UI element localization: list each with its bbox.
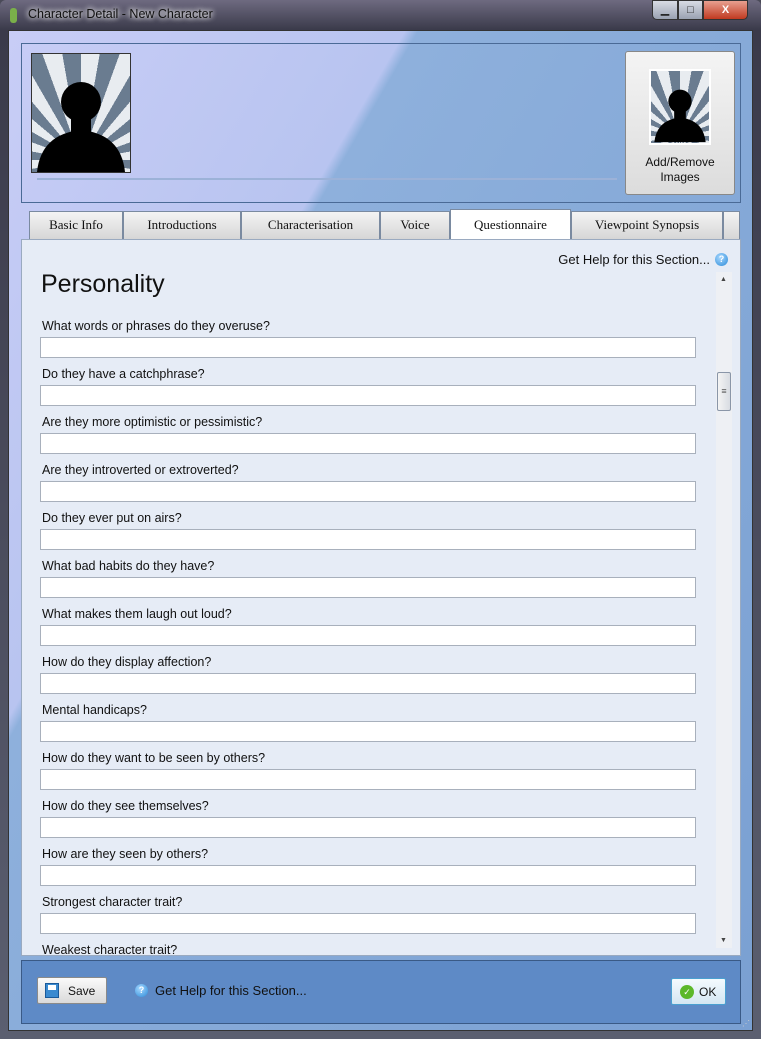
tab-voice[interactable]: Voice [380, 211, 450, 239]
answer-input[interactable] [40, 817, 696, 838]
answer-input[interactable] [40, 385, 696, 406]
scrollbar-thumb[interactable]: ≡ [717, 372, 731, 411]
tab-introductions[interactable]: Introductions [123, 211, 241, 239]
scroll-up-arrow-icon[interactable]: ▲ [720, 276, 727, 283]
client-area: Add/Remove Images Basic Info Introductio… [8, 30, 753, 1031]
tab-overflow[interactable] [723, 211, 740, 239]
divider [37, 178, 617, 180]
vertical-scrollbar[interactable]: ▲ ≡ ▼ [716, 272, 732, 948]
app-icon [10, 8, 17, 23]
tab-questionnaire[interactable]: Questionnaire [450, 209, 571, 239]
question-circle-icon: ? [135, 984, 148, 997]
floppy-disk-icon [45, 983, 59, 998]
ok-label: OK [699, 984, 717, 999]
question-item: Are they introverted or extroverted? [40, 463, 696, 502]
questionnaire-panel: Get Help for this Section... ? Personali… [21, 239, 741, 956]
character-avatar [31, 53, 131, 173]
question-item: Strongest character trait? [40, 895, 696, 934]
answer-input[interactable] [40, 529, 696, 550]
question-item: What bad habits do they have? [40, 559, 696, 598]
question-item: Weakest character trait? [40, 943, 696, 956]
answer-input[interactable] [40, 433, 696, 454]
save-button[interactable]: Save [37, 977, 107, 1004]
section-title: Personality [41, 270, 165, 298]
title-bar[interactable]: Character Detail - New Character ▁ □ X [0, 0, 761, 30]
tab-viewpoint-synopsis[interactable]: Viewpoint Synopsis [571, 211, 723, 239]
answer-input[interactable] [40, 913, 696, 934]
person-silhouette-icon [37, 82, 125, 172]
help-link-top[interactable]: Get Help for this Section... ? [558, 252, 728, 267]
question-label: Do they have a catchphrase? [42, 367, 205, 381]
answer-input[interactable] [40, 577, 696, 598]
question-item: Are they more optimistic or pessimistic? [40, 415, 696, 454]
question-item: Do they ever put on airs? [40, 511, 696, 550]
answer-input[interactable] [40, 673, 696, 694]
question-item: Do they have a catchphrase? [40, 367, 696, 406]
answer-input[interactable] [40, 625, 696, 646]
add-remove-images-button[interactable]: Add/Remove Images [625, 51, 735, 195]
save-label: Save [68, 983, 96, 998]
question-label: Mental handicaps? [42, 703, 147, 717]
help-link-label: Get Help for this Section... [155, 983, 307, 998]
question-label: How are they seen by others? [42, 847, 209, 861]
answer-input[interactable] [40, 481, 696, 502]
window-title: Character Detail - New Character [28, 7, 213, 21]
question-label: How do they see themselves? [42, 799, 209, 813]
question-item: How do they want to be seen by others? [40, 751, 696, 790]
question-label: Do they ever put on airs? [42, 511, 182, 525]
question-label: Strongest character trait? [42, 895, 183, 909]
question-label: What words or phrases do they overuse? [42, 319, 270, 333]
scroll-down-arrow-icon[interactable]: ▼ [720, 937, 727, 944]
question-circle-icon: ? [715, 253, 728, 266]
question-item: What words or phrases do they overuse? [40, 319, 696, 358]
answer-input[interactable] [40, 337, 696, 358]
question-label: Are they more optimistic or pessimistic? [42, 415, 263, 429]
ok-button[interactable]: ✓ OK [671, 978, 726, 1005]
question-item: How are they seen by others? [40, 847, 696, 886]
character-header: Add/Remove Images [21, 43, 741, 203]
question-label: Are they introverted or extroverted? [42, 463, 239, 477]
question-item: How do they see themselves? [40, 799, 696, 838]
question-item: Mental handicaps? [40, 703, 696, 742]
tab-characterisation[interactable]: Characterisation [241, 211, 380, 239]
close-button[interactable]: X [703, 0, 748, 20]
help-link-label: Get Help for this Section... [558, 252, 710, 267]
footer-bar: Save ? Get Help for this Section... ✓ OK [21, 960, 741, 1024]
question-label: Weakest character trait? [42, 943, 178, 956]
tab-basic-info[interactable]: Basic Info [29, 211, 123, 239]
question-item: How do they display affection? [40, 655, 696, 694]
minimize-button[interactable]: ▁ [652, 0, 678, 20]
answer-input[interactable] [40, 769, 696, 790]
tab-bar: Basic Info Introductions Characterisatio… [29, 209, 740, 239]
question-item: What makes them laugh out loud? [40, 607, 696, 646]
help-link-bottom[interactable]: ? Get Help for this Section... [135, 983, 307, 998]
question-label: How do they display affection? [42, 655, 212, 669]
question-label: What makes them laugh out loud? [42, 607, 232, 621]
maximize-button[interactable]: □ [678, 0, 703, 20]
resize-grip-icon[interactable]: ⋰ [742, 1019, 750, 1028]
answer-input[interactable] [40, 865, 696, 886]
question-label: How do they want to be seen by others? [42, 751, 266, 765]
check-circle-icon: ✓ [680, 984, 694, 999]
question-label: What bad habits do they have? [42, 559, 215, 573]
window: Character Detail - New Character ▁ □ X A… [0, 0, 761, 1039]
person-silhouette-icon [654, 89, 706, 143]
add-remove-images-label: Add/Remove Images [645, 155, 715, 184]
answer-input[interactable] [40, 721, 696, 742]
